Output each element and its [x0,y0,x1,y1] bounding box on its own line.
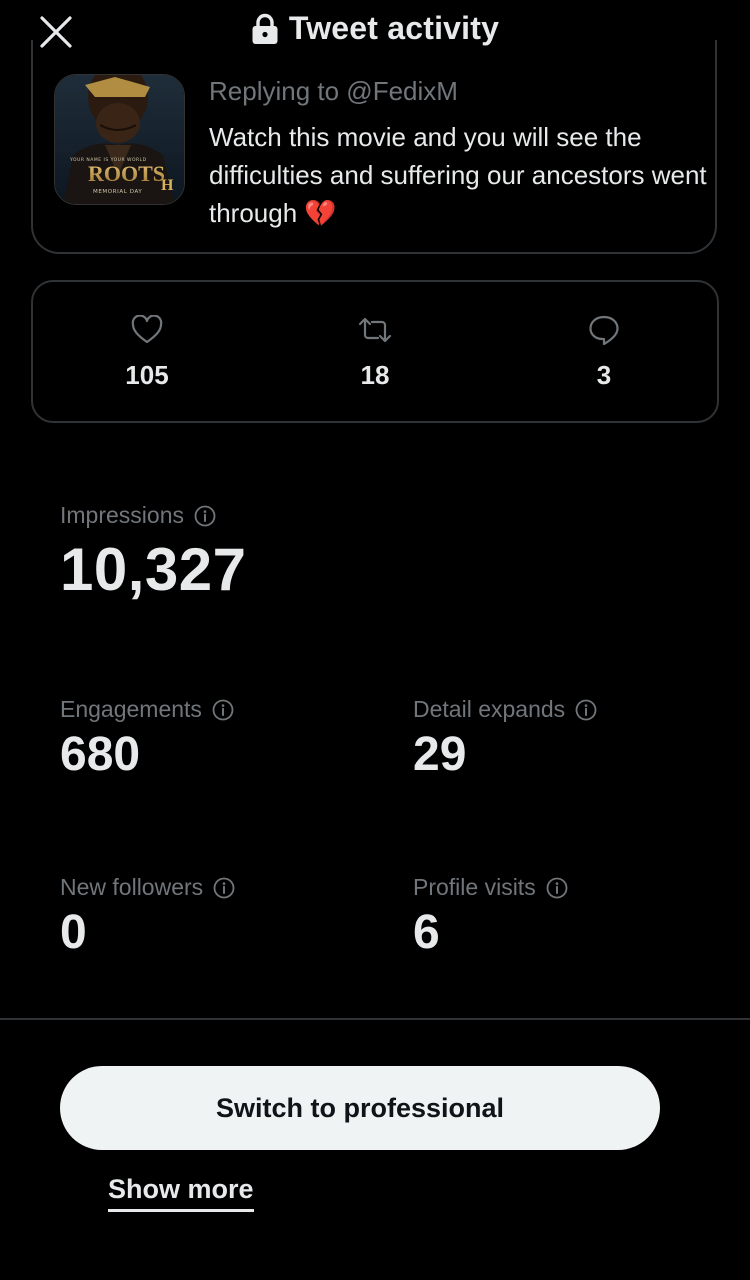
replies-count: 3 [596,360,612,390]
profile-visits-label: Profile visits [413,874,536,900]
tweet-text: Watch this movie and you will see the di… [209,118,709,232]
info-icon[interactable] [575,699,597,721]
tweet-body: Watch this movie and you will see the di… [209,122,707,228]
replies-count-group[interactable]: 3 [544,312,664,391]
heart-icon [131,315,163,344]
likes-count-group[interactable]: 105 [87,312,207,391]
switch-to-professional-button[interactable]: Switch to professional [60,1066,660,1150]
profile-visits-metric: Profile visits 6 [413,874,568,960]
show-more-link[interactable]: Show more [108,1174,254,1212]
detail-expands-label: Detail expands [413,696,566,722]
section-divider [0,1018,750,1020]
likes-count: 105 [125,360,169,390]
info-icon[interactable] [212,699,234,721]
broken-heart-emoji: 💔 [304,198,337,228]
impressions-value: 10,327 [60,536,247,603]
engagements-metric: Engagements 680 [60,696,234,782]
svg-text:ROOTS: ROOTS [88,161,165,186]
impressions-label: Impressions [60,502,184,528]
svg-text:H: H [161,177,174,194]
new-followers-label: New followers [60,874,204,900]
retweet-icon [358,317,392,343]
info-icon[interactable] [546,877,568,899]
reply-icon [589,315,619,346]
retweets-count: 18 [360,360,390,390]
engagements-value: 680 [60,728,141,781]
new-followers-metric: New followers 0 [60,874,235,960]
retweets-count-group[interactable]: 18 [315,312,435,391]
engagement-counts-box: 105 18 3 [31,280,719,423]
detail-expands-value: 29 [413,728,467,781]
info-icon[interactable] [213,877,235,899]
replying-to-text[interactable]: Replying to @FedixM [209,76,458,107]
profile-visits-value: 6 [413,906,440,959]
engagements-label: Engagements [60,696,202,722]
new-followers-value: 0 [60,906,87,959]
info-icon[interactable] [194,505,216,527]
svg-text:MEMORIAL DAY: MEMORIAL DAY [93,189,142,195]
impressions-metric: Impressions 10,327 [60,502,247,604]
tweet-cover-image[interactable]: YOUR NAME IS YOUR WORLD ROOTS H MEMORIAL… [54,74,185,205]
detail-expands-metric: Detail expands 29 [413,696,597,782]
